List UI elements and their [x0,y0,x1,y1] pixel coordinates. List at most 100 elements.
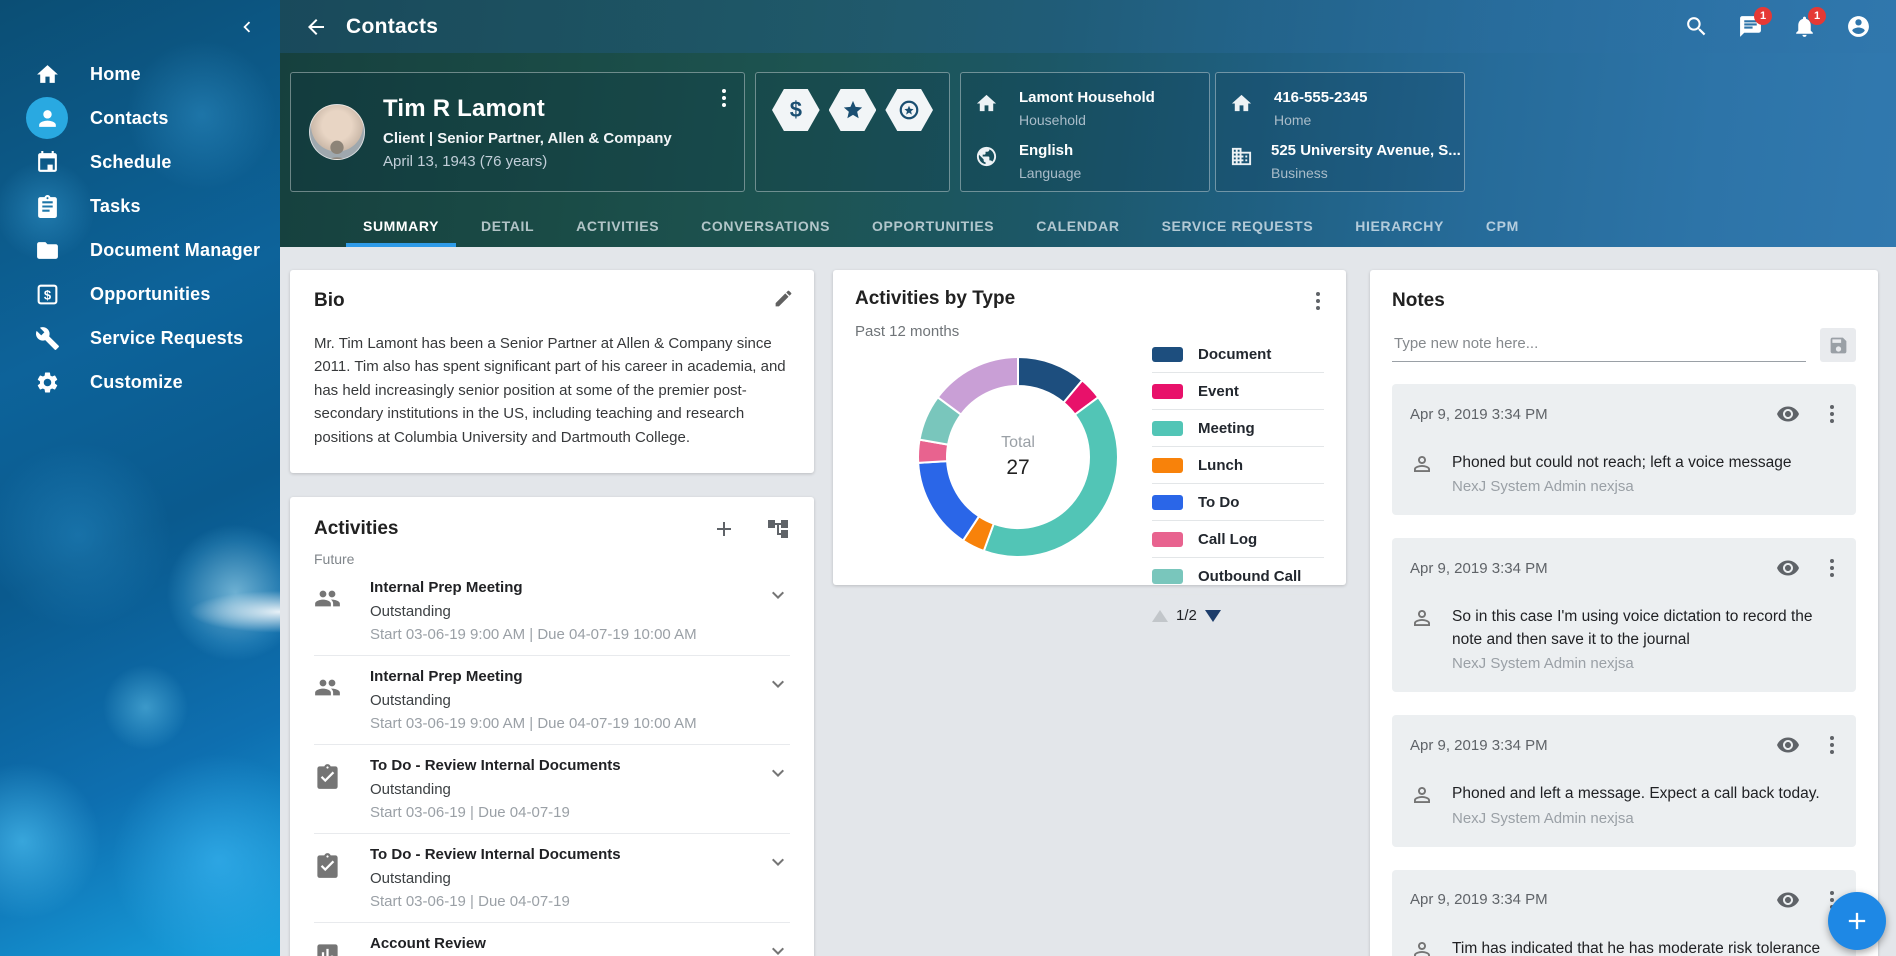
sidebar-item-schedule[interactable]: Schedule [0,140,280,184]
chevron-down-icon[interactable] [766,935,790,956]
household-row[interactable]: Lamont Household Household [961,83,1209,136]
sidebar-item-label: Opportunities [90,284,211,305]
legend-page-down-icon[interactable] [1205,610,1221,622]
legend-swatch [1152,569,1183,584]
calendar-icon [26,141,68,183]
contact-tabs: SUMMARY DETAIL ACTIVITIES CONVERSATIONS … [280,207,1896,247]
eye-icon[interactable] [1776,556,1800,580]
phone-row[interactable]: 416-555-2345 Home [1216,83,1464,136]
activity-row[interactable]: Internal Prep Meeting Outstanding Start … [314,656,790,745]
hierarchy-icon[interactable] [766,517,790,541]
chevron-down-icon[interactable] [766,579,790,643]
household-label: Household [1019,112,1155,128]
svg-text:$: $ [43,287,51,302]
address-row[interactable]: 525 University Avenue, S... Business [1216,136,1464,189]
tab-service-requests[interactable]: SERVICE REQUESTS [1141,207,1335,247]
new-note-input[interactable] [1392,329,1806,362]
todo-check-icon [314,757,370,821]
people-icon [314,579,370,643]
contact-hero: Contacts 1 1 [280,0,1896,247]
activities-title: Activities [314,518,398,540]
profile-card: Tim R Lamont Client | Senior Partner, Al… [290,72,745,192]
person-outline-icon [1410,606,1436,672]
bio-text: Mr. Tim Lamont has been a Senior Partner… [314,332,790,449]
tab-calendar[interactable]: CALENDAR [1015,207,1140,247]
sidebar-item-opportunities[interactable]: $ Opportunities [0,272,280,316]
legend-row: Event [1152,373,1324,410]
chevron-down-icon[interactable] [766,846,790,910]
profile-card-menu-button[interactable] [718,85,730,111]
tab-conversations[interactable]: CONVERSATIONS [680,207,851,247]
activity-title: Internal Prep Meeting [370,668,766,685]
sidebar-item-contacts[interactable]: Contacts [0,96,280,140]
contact-info-card: 416-555-2345 Home 525 University Avenue,… [1215,72,1465,192]
legend-label: Event [1198,383,1239,400]
chevron-down-icon[interactable] [766,757,790,821]
eye-icon[interactable] [1776,402,1800,426]
edit-bio-button[interactable] [773,288,794,314]
activity-row[interactable]: Internal Prep Meeting Outstanding Start … [314,567,790,656]
legend-label: Document [1198,346,1271,363]
activity-dates: Start 03-06-19 | Due 04-07-19 [370,804,766,821]
language-value: English [1019,142,1081,159]
chart-menu-button[interactable] [1312,288,1324,314]
bio-title: Bio [314,290,790,312]
language-row[interactable]: English Language [961,136,1209,189]
activity-row[interactable]: To Do - Review Internal Documents Outsta… [314,745,790,834]
save-note-button[interactable] [1820,328,1856,362]
back-button[interactable] [298,9,334,45]
plus-icon [1843,907,1871,935]
dollar-badge-icon: $ [790,97,802,123]
page-title: Contacts [346,15,438,39]
badge-dollar[interactable]: $ [772,89,820,131]
activity-dates: Start 03-06-19 | Due 04-07-19 [370,893,766,910]
profile-button[interactable] [1838,7,1878,47]
eye-icon[interactable] [1776,733,1800,757]
legend-page-up-icon[interactable] [1152,610,1168,622]
activity-status: Outstanding [370,692,766,709]
legend-label: Meeting [1198,420,1255,437]
add-activity-icon[interactable] [712,517,736,541]
column-middle: Activities by Type Past 12 months Total … [833,270,1346,585]
notifications-button[interactable]: 1 [1784,7,1824,47]
tab-hierarchy[interactable]: HIERARCHY [1334,207,1465,247]
chevron-down-icon[interactable] [766,668,790,732]
sidebar-item-label: Customize [90,372,183,393]
note-menu-button[interactable] [1826,732,1838,758]
activity-row[interactable]: Account Review Outstanding Start 24-05-1… [314,923,790,956]
tab-detail[interactable]: DETAIL [460,207,555,247]
badge-star[interactable] [829,89,877,131]
tab-summary[interactable]: SUMMARY [342,207,460,247]
note-menu-button[interactable] [1826,401,1838,427]
person-silhouette-icon [317,134,357,160]
tab-cpm[interactable]: CPM [1465,207,1540,247]
eye-icon[interactable] [1776,888,1800,912]
star-circle-badge-icon [898,99,920,121]
badge-star-circle[interactable] [885,89,933,131]
search-button[interactable] [1676,7,1716,47]
sidebar-item-service-requests[interactable]: Service Requests [0,316,280,360]
back-arrow-icon [304,15,328,39]
legend-row: Lunch [1152,447,1324,484]
conversations-button[interactable]: 1 [1730,7,1770,47]
sidebar-item-customize[interactable]: Customize [0,360,280,404]
tab-opportunities[interactable]: OPPORTUNITIES [851,207,1015,247]
tab-activities[interactable]: ACTIVITIES [555,207,680,247]
note-author: NexJ System Admin nexjsa [1452,478,1792,495]
save-icon [1828,335,1849,356]
phone-label: Home [1274,112,1367,128]
activity-title: To Do - Review Internal Documents [370,846,766,863]
person-outline-icon [1410,452,1436,495]
activity-row[interactable]: To Do - Review Internal Documents Outsta… [314,834,790,923]
star-badge-icon [842,99,864,121]
legend-label: To Do [1198,494,1239,511]
add-note-fab[interactable] [1828,892,1886,950]
summary-content: Bio Mr. Tim Lamont has been a Senior Par… [280,247,1896,956]
sidebar-item-document-manager[interactable]: Document Manager [0,228,280,272]
sidebar-collapse-button[interactable] [232,12,262,42]
sidebar-item-label: Tasks [90,196,141,217]
note-menu-button[interactable] [1826,555,1838,581]
sidebar-item-tasks[interactable]: Tasks [0,184,280,228]
activities-by-type-card: Activities by Type Past 12 months Total … [833,270,1346,585]
sidebar-item-home[interactable]: Home [0,52,280,96]
